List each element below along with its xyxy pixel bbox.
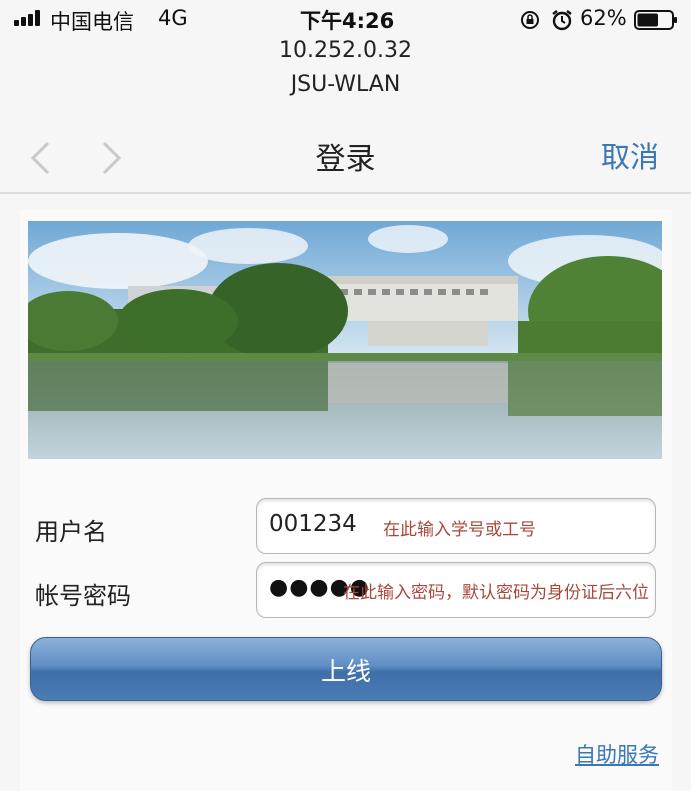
navigation-bar: 登录 取消 [0, 120, 691, 190]
status-bar: 中国电信 4G 下午4:26 62% [0, 0, 691, 40]
self-service-link[interactable]: 自助服务 [575, 739, 659, 769]
signal-icon [14, 10, 46, 26]
login-online-button[interactable]: 上线 [30, 637, 662, 701]
username-input[interactable]: 001234 在此输入学号或工号 [256, 498, 656, 554]
orientation-lock-icon [521, 11, 539, 29]
carrier-name: 中国电信 [50, 10, 134, 34]
password-hint: 在此输入密码，默认密码为身份证后六位 [343, 583, 649, 603]
password-label: 帐号密码 [35, 582, 131, 610]
alarm-icon [552, 10, 572, 31]
campus-banner-image [28, 221, 662, 459]
username-value: 001234 [269, 511, 357, 537]
battery-percent: 62% [580, 6, 627, 30]
battery-icon [634, 10, 677, 30]
clock-time: 下午4:26 [300, 9, 395, 33]
nav-divider [0, 192, 691, 194]
page-title: 登录 [315, 142, 376, 177]
username-label: 用户名 [35, 518, 107, 546]
network-type: 4G [158, 6, 188, 30]
wifi-network-name: JSU-WLAN [290, 72, 401, 97]
cancel-button[interactable]: 取消 [601, 134, 659, 176]
password-input[interactable]: ●●●●● 在此输入密码，默认密码为身份证后六位 [256, 562, 656, 618]
username-hint: 在此输入学号或工号 [383, 520, 536, 540]
page-address: 10.252.0.32 [279, 38, 412, 63]
login-online-button-label: 上线 [320, 657, 371, 686]
